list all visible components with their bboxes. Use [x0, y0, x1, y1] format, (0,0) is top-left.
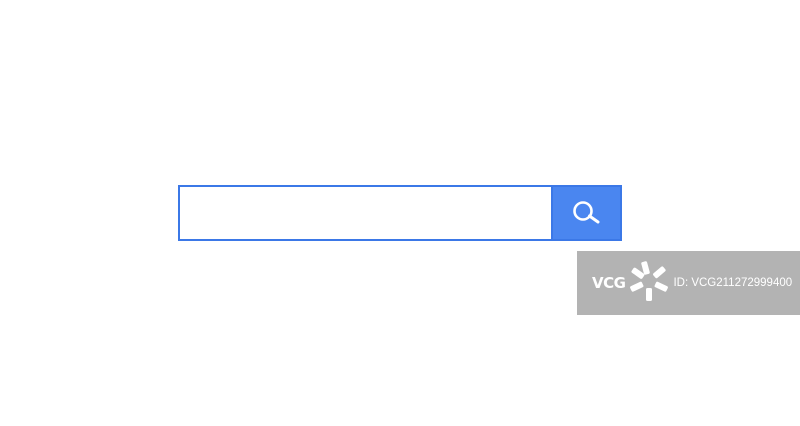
search-button[interactable] — [551, 185, 622, 241]
watermark-brand: VCG — [592, 274, 626, 292]
watermark: VCG ID: VCG211272999400 — [577, 251, 800, 315]
magnifier-icon — [571, 199, 603, 227]
search-input[interactable] — [178, 185, 551, 241]
search-bar — [178, 185, 622, 241]
watermark-id: ID: VCG211272999400 — [673, 277, 793, 289]
vcg-logo-icon — [629, 259, 669, 308]
